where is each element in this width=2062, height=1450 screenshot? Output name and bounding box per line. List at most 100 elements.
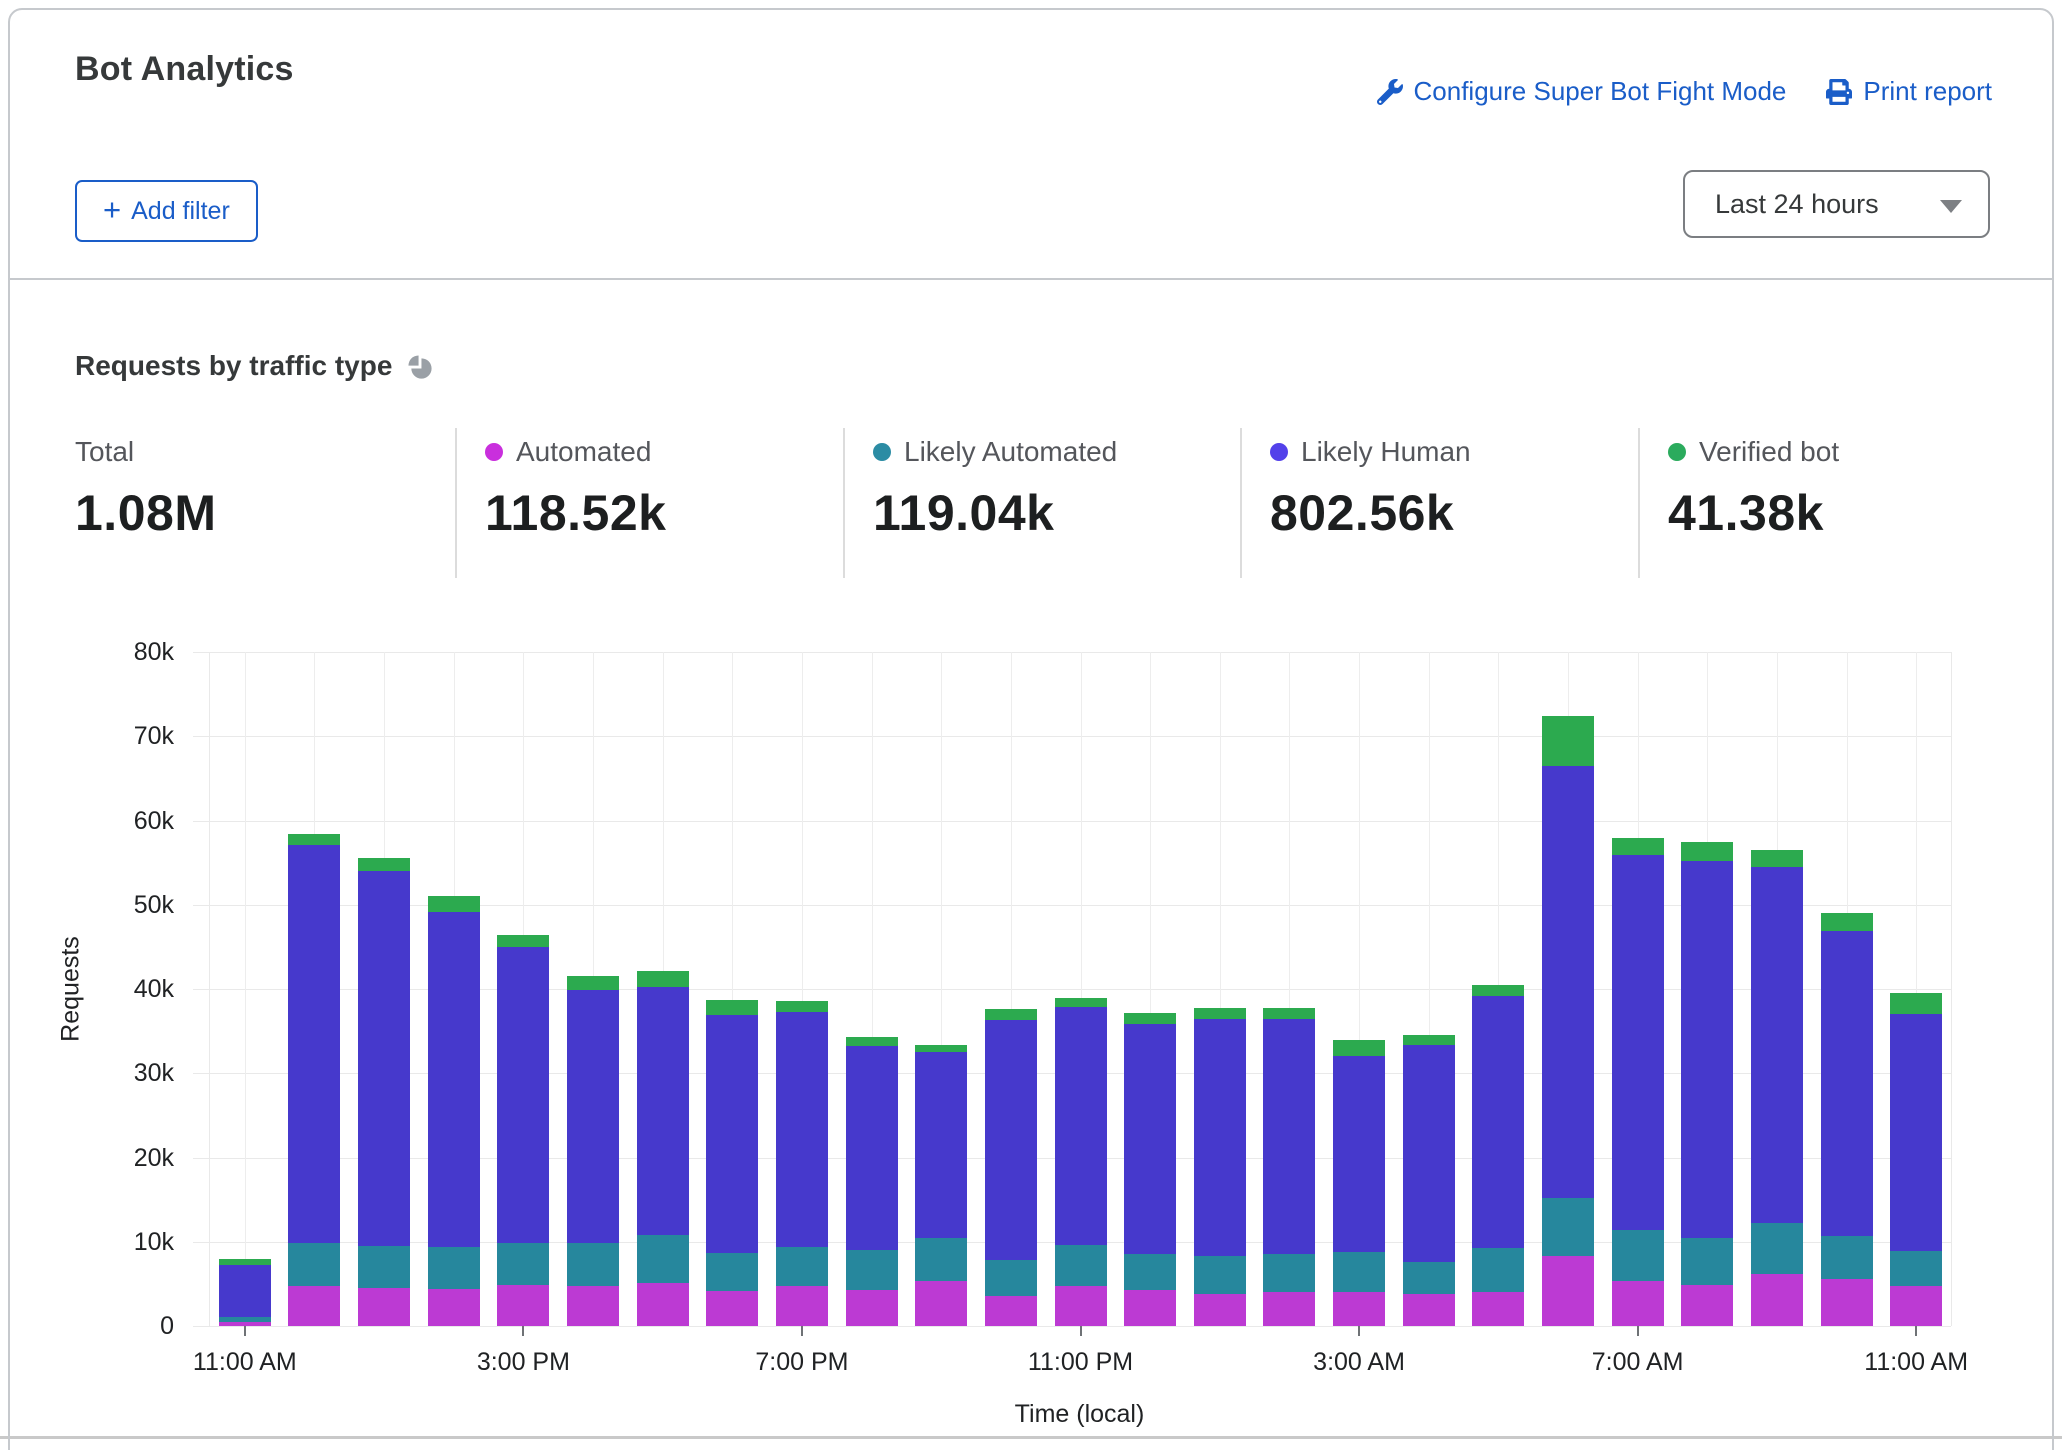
print-report-link[interactable]: Print report xyxy=(1826,76,1992,107)
segment-verified-bot xyxy=(358,858,411,872)
print-link-label: Print report xyxy=(1863,76,1992,106)
segment-verified-bot xyxy=(1681,842,1734,861)
segment-verified-bot xyxy=(1611,838,1664,856)
bar-9-00-pm-10[interactable] xyxy=(915,1044,968,1326)
bar-4-00-am-17[interactable] xyxy=(1402,1034,1455,1326)
segment-automated xyxy=(288,1285,341,1326)
bar-9-00-am-22[interactable] xyxy=(1750,850,1803,1326)
segment-automated xyxy=(636,1283,689,1326)
segment-likely-automated xyxy=(915,1237,968,1282)
segment-automated xyxy=(497,1284,550,1326)
segment-verified-bot xyxy=(1472,984,1525,996)
bar-11-00-am-0[interactable] xyxy=(218,1259,271,1326)
y-tick-label: 50k xyxy=(133,890,174,919)
segment-verified-bot xyxy=(1890,993,1943,1015)
x-tick xyxy=(522,1326,525,1336)
printer-icon xyxy=(1826,78,1853,105)
stat-label: Likely Human xyxy=(1301,436,1471,467)
segment-automated xyxy=(1402,1294,1455,1326)
segment-likely-automated xyxy=(358,1245,411,1289)
h-gridline xyxy=(193,820,1951,822)
bar-10-00-am-23[interactable] xyxy=(1820,913,1873,1326)
x-tick-label: 11:00 AM xyxy=(192,1348,297,1376)
y-tick-label: 60k xyxy=(133,806,174,835)
segment-automated xyxy=(1472,1292,1525,1326)
segment-likely-automated xyxy=(1193,1256,1246,1294)
bar-10-00-pm-11[interactable] xyxy=(984,1009,1037,1326)
segment-verified-bot xyxy=(1820,913,1873,931)
h-gridline xyxy=(193,1326,1951,1327)
bar-2-00-pm-3[interactable] xyxy=(427,896,480,1326)
segment-likely-human xyxy=(915,1052,968,1238)
y-tick-label: 80k xyxy=(133,638,174,666)
time-range-select[interactable]: Last 24 hours xyxy=(1683,170,1990,238)
segment-likely-human xyxy=(1054,1006,1107,1246)
bar-1-00-am-14[interactable] xyxy=(1193,1008,1246,1326)
time-range-value: Last 24 hours xyxy=(1715,188,1879,219)
verified-bot-dot xyxy=(1668,443,1686,461)
segment-likely-human xyxy=(1681,860,1734,1238)
section-bottom-divider xyxy=(0,1436,2062,1439)
segment-verified-bot xyxy=(915,1044,968,1053)
add-filter-button[interactable]: + Add filter xyxy=(75,180,258,242)
bar-4-00-pm-5[interactable] xyxy=(567,976,620,1326)
automated-dot xyxy=(485,443,503,461)
bar-3-00-pm-4[interactable] xyxy=(497,935,550,1326)
segment-automated xyxy=(1541,1256,1594,1326)
segment-likely-automated xyxy=(288,1243,341,1286)
stat-value: 41.38k xyxy=(1668,485,1824,541)
bar-6-00-am-19[interactable] xyxy=(1541,716,1594,1326)
x-tick xyxy=(1079,1326,1082,1336)
bar-6-00-pm-7[interactable] xyxy=(706,999,759,1326)
segment-likely-human xyxy=(845,1046,898,1251)
pie-chart-icon xyxy=(407,354,434,381)
chevron-down-icon xyxy=(1940,200,1962,213)
bar-7-00-am-20[interactable] xyxy=(1611,838,1664,1326)
segment-likely-automated xyxy=(1820,1235,1873,1279)
segment-verified-bot xyxy=(1541,716,1594,766)
bar-12-00-pm-1[interactable] xyxy=(288,834,341,1326)
bar-7-00-pm-8[interactable] xyxy=(775,1000,828,1326)
segment-automated xyxy=(775,1286,828,1326)
segment-verified-bot xyxy=(984,1009,1037,1021)
bar-11-00-am-24[interactable] xyxy=(1890,993,1943,1326)
bar-1-00-pm-2[interactable] xyxy=(358,858,411,1326)
section-heading-row: Requests by traffic type xyxy=(75,350,434,382)
x-tick-label: 3:00 PM xyxy=(476,1348,570,1376)
x-tick-label: 3:00 AM xyxy=(1313,1348,1405,1376)
bar-2-00-am-15[interactable] xyxy=(1263,1007,1316,1326)
segment-likely-human xyxy=(1611,855,1664,1230)
bar-8-00-pm-9[interactable] xyxy=(845,1037,898,1326)
y-tick-label: 0 xyxy=(160,1312,174,1340)
segment-automated xyxy=(845,1289,898,1326)
segment-automated xyxy=(706,1290,759,1326)
bar-11-00-pm-12[interactable] xyxy=(1054,998,1107,1326)
bar-12-00-am-13[interactable] xyxy=(1124,1013,1177,1326)
segment-likely-human xyxy=(1890,1014,1943,1252)
configure-super-bot-fight-mode-link[interactable]: Configure Super Bot Fight Mode xyxy=(1376,76,1786,107)
segment-automated xyxy=(1124,1289,1177,1326)
bar-5-00-pm-6[interactable] xyxy=(636,971,689,1326)
plot-area: 0 10k 20k 30k 40k 50k 60k 70k 80k 11:00 AM 3:00 PM… xyxy=(134,638,1968,1376)
stats-row: Total 1.08M Automated 118.52k Likely Aut… xyxy=(75,428,1996,578)
plus-icon: + xyxy=(103,192,122,227)
segment-automated xyxy=(915,1281,968,1326)
header-divider xyxy=(9,278,2053,280)
bar-3-00-am-16[interactable] xyxy=(1333,1039,1386,1326)
segment-likely-automated xyxy=(427,1246,480,1289)
bar-8-00-am-21[interactable] xyxy=(1681,842,1734,1326)
segment-likely-human xyxy=(497,946,550,1243)
add-filter-label: Add filter xyxy=(131,196,230,225)
segment-likely-automated xyxy=(1750,1223,1803,1274)
bar-5-00-am-18[interactable] xyxy=(1472,984,1525,1326)
header-links: Configure Super Bot Fight Mode Print rep… xyxy=(1376,76,1992,107)
segment-likely-automated xyxy=(636,1235,689,1284)
segment-automated xyxy=(1611,1280,1664,1326)
segment-automated xyxy=(567,1286,620,1326)
segment-automated xyxy=(1193,1294,1246,1326)
stat-label: Total xyxy=(75,436,135,467)
x-tick xyxy=(1915,1326,1918,1336)
segment-verified-bot xyxy=(845,1037,898,1047)
segment-automated xyxy=(984,1295,1037,1326)
segment-likely-automated xyxy=(1402,1262,1455,1294)
